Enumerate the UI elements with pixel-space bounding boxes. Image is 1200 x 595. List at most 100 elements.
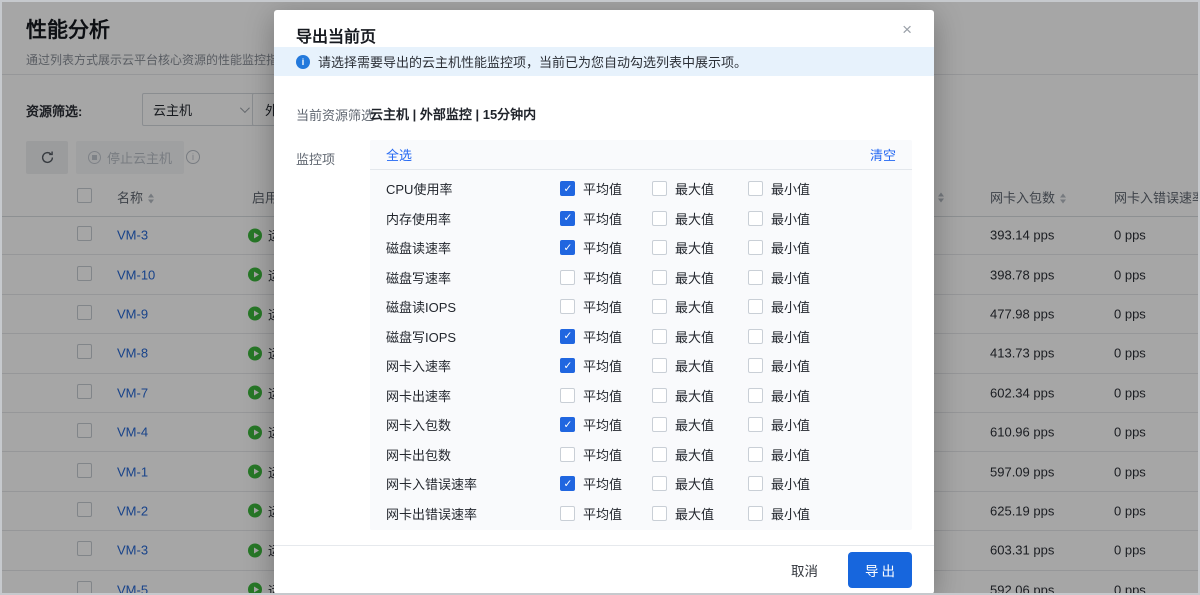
min-checkbox[interactable] xyxy=(748,506,763,521)
dialog-title: 导出当前页 xyxy=(296,23,376,47)
max-checkbox[interactable] xyxy=(652,476,667,491)
avg-checkbox[interactable] xyxy=(560,447,575,462)
avg-checkbox[interactable] xyxy=(560,506,575,521)
min-label: 最小值 xyxy=(771,445,810,464)
max-checkbox-group[interactable]: 最大值 xyxy=(652,327,714,346)
avg-checkbox[interactable] xyxy=(560,181,575,196)
max-checkbox[interactable] xyxy=(652,388,667,403)
min-label: 最小值 xyxy=(771,474,810,493)
max-checkbox[interactable] xyxy=(652,447,667,462)
min-checkbox[interactable] xyxy=(748,447,763,462)
current-filter-label: 当前资源筛选 xyxy=(296,105,374,124)
avg-checkbox[interactable] xyxy=(560,358,575,373)
metrics-panel: 全选 清空 CPU使用率 平均值 最大值 xyxy=(370,140,912,530)
min-checkbox[interactable] xyxy=(748,358,763,373)
max-checkbox[interactable] xyxy=(652,506,667,521)
max-checkbox-group[interactable]: 最大值 xyxy=(652,209,714,228)
max-checkbox[interactable] xyxy=(652,270,667,285)
metric-name: 网卡入包数 xyxy=(386,415,546,434)
avg-checkbox-group[interactable]: 平均值 xyxy=(560,415,622,434)
min-checkbox[interactable] xyxy=(748,181,763,196)
close-icon[interactable]: × xyxy=(902,21,912,38)
min-label: 最小值 xyxy=(771,238,810,257)
min-checkbox[interactable] xyxy=(748,299,763,314)
avg-checkbox[interactable] xyxy=(560,240,575,255)
max-checkbox-group[interactable]: 最大值 xyxy=(652,268,714,287)
max-checkbox-group[interactable]: 最大值 xyxy=(652,504,714,523)
avg-checkbox-group[interactable]: 平均值 xyxy=(560,327,622,346)
max-checkbox[interactable] xyxy=(652,417,667,432)
avg-checkbox[interactable] xyxy=(560,476,575,491)
select-all-link[interactable]: 全选 xyxy=(386,145,412,164)
min-checkbox[interactable] xyxy=(748,270,763,285)
max-label: 最大值 xyxy=(675,238,714,257)
avg-checkbox[interactable] xyxy=(560,388,575,403)
min-checkbox[interactable] xyxy=(748,211,763,226)
metric-row: 网卡入包数 平均值 最大值 最小值 xyxy=(370,410,912,440)
min-checkbox-group[interactable]: 最小值 xyxy=(748,209,810,228)
metric-name: 磁盘读速率 xyxy=(386,238,546,257)
max-checkbox-group[interactable]: 最大值 xyxy=(652,356,714,375)
min-label: 最小值 xyxy=(771,356,810,375)
max-checkbox[interactable] xyxy=(652,329,667,344)
min-checkbox[interactable] xyxy=(748,329,763,344)
avg-checkbox-group[interactable]: 平均值 xyxy=(560,445,622,464)
min-checkbox[interactable] xyxy=(748,388,763,403)
max-checkbox-group[interactable]: 最大值 xyxy=(652,179,714,198)
min-checkbox-group[interactable]: 最小值 xyxy=(748,504,810,523)
max-checkbox-group[interactable]: 最大值 xyxy=(652,386,714,405)
avg-checkbox-group[interactable]: 平均值 xyxy=(560,297,622,316)
max-checkbox-group[interactable]: 最大值 xyxy=(652,297,714,316)
min-checkbox-group[interactable]: 最小值 xyxy=(748,268,810,287)
avg-checkbox-group[interactable]: 平均值 xyxy=(560,268,622,287)
avg-checkbox[interactable] xyxy=(560,417,575,432)
metrics-section-label: 监控项 xyxy=(296,149,335,168)
min-checkbox[interactable] xyxy=(748,240,763,255)
min-checkbox-group[interactable]: 最小值 xyxy=(748,179,810,198)
avg-checkbox-group[interactable]: 平均值 xyxy=(560,209,622,228)
clear-link[interactable]: 清空 xyxy=(870,145,896,164)
max-checkbox-group[interactable]: 最大值 xyxy=(652,238,714,257)
max-checkbox[interactable] xyxy=(652,358,667,373)
avg-checkbox[interactable] xyxy=(560,211,575,226)
max-checkbox[interactable] xyxy=(652,211,667,226)
avg-checkbox-group[interactable]: 平均值 xyxy=(560,356,622,375)
min-checkbox-group[interactable]: 最小值 xyxy=(748,474,810,493)
avg-checkbox[interactable] xyxy=(560,270,575,285)
min-checkbox[interactable] xyxy=(748,476,763,491)
cancel-button[interactable]: 取消 xyxy=(791,560,818,580)
metric-name: 网卡入错误速率 xyxy=(386,474,546,493)
current-filter-value: 云主机 | 外部监控 | 15分钟内 xyxy=(370,104,536,123)
avg-checkbox-group[interactable]: 平均值 xyxy=(560,504,622,523)
avg-label: 平均值 xyxy=(583,474,622,493)
metric-row: 内存使用率 平均值 最大值 最小值 xyxy=(370,204,912,234)
avg-label: 平均值 xyxy=(583,356,622,375)
metric-row: 网卡入速率 平均值 最大值 最小值 xyxy=(370,351,912,381)
max-checkbox[interactable] xyxy=(652,181,667,196)
avg-checkbox-group[interactable]: 平均值 xyxy=(560,238,622,257)
min-checkbox-group[interactable]: 最小值 xyxy=(748,445,810,464)
avg-checkbox-group[interactable]: 平均值 xyxy=(560,179,622,198)
metric-row: CPU使用率 平均值 最大值 最小值 xyxy=(370,174,912,204)
max-checkbox[interactable] xyxy=(652,299,667,314)
max-checkbox-group[interactable]: 最大值 xyxy=(652,445,714,464)
export-button[interactable]: 导出 xyxy=(848,552,912,588)
metric-row: 磁盘读速率 平均值 最大值 最小值 xyxy=(370,233,912,263)
min-checkbox[interactable] xyxy=(748,417,763,432)
avg-checkbox[interactable] xyxy=(560,299,575,314)
max-label: 最大值 xyxy=(675,327,714,346)
min-checkbox-group[interactable]: 最小值 xyxy=(748,297,810,316)
min-checkbox-group[interactable]: 最小值 xyxy=(748,386,810,405)
min-checkbox-group[interactable]: 最小值 xyxy=(748,327,810,346)
max-checkbox-group[interactable]: 最大值 xyxy=(652,415,714,434)
min-checkbox-group[interactable]: 最小值 xyxy=(748,356,810,375)
avg-checkbox-group[interactable]: 平均值 xyxy=(560,474,622,493)
avg-checkbox[interactable] xyxy=(560,329,575,344)
min-checkbox-group[interactable]: 最小值 xyxy=(748,238,810,257)
avg-checkbox-group[interactable]: 平均值 xyxy=(560,386,622,405)
min-checkbox-group[interactable]: 最小值 xyxy=(748,415,810,434)
max-checkbox[interactable] xyxy=(652,240,667,255)
banner-text: 请选择需要导出的云主机性能监控项，当前已为您自动勾选列表中展示项。 xyxy=(318,52,747,71)
max-checkbox-group[interactable]: 最大值 xyxy=(652,474,714,493)
metric-row: 磁盘写IOPS 平均值 最大值 最小值 xyxy=(370,322,912,352)
